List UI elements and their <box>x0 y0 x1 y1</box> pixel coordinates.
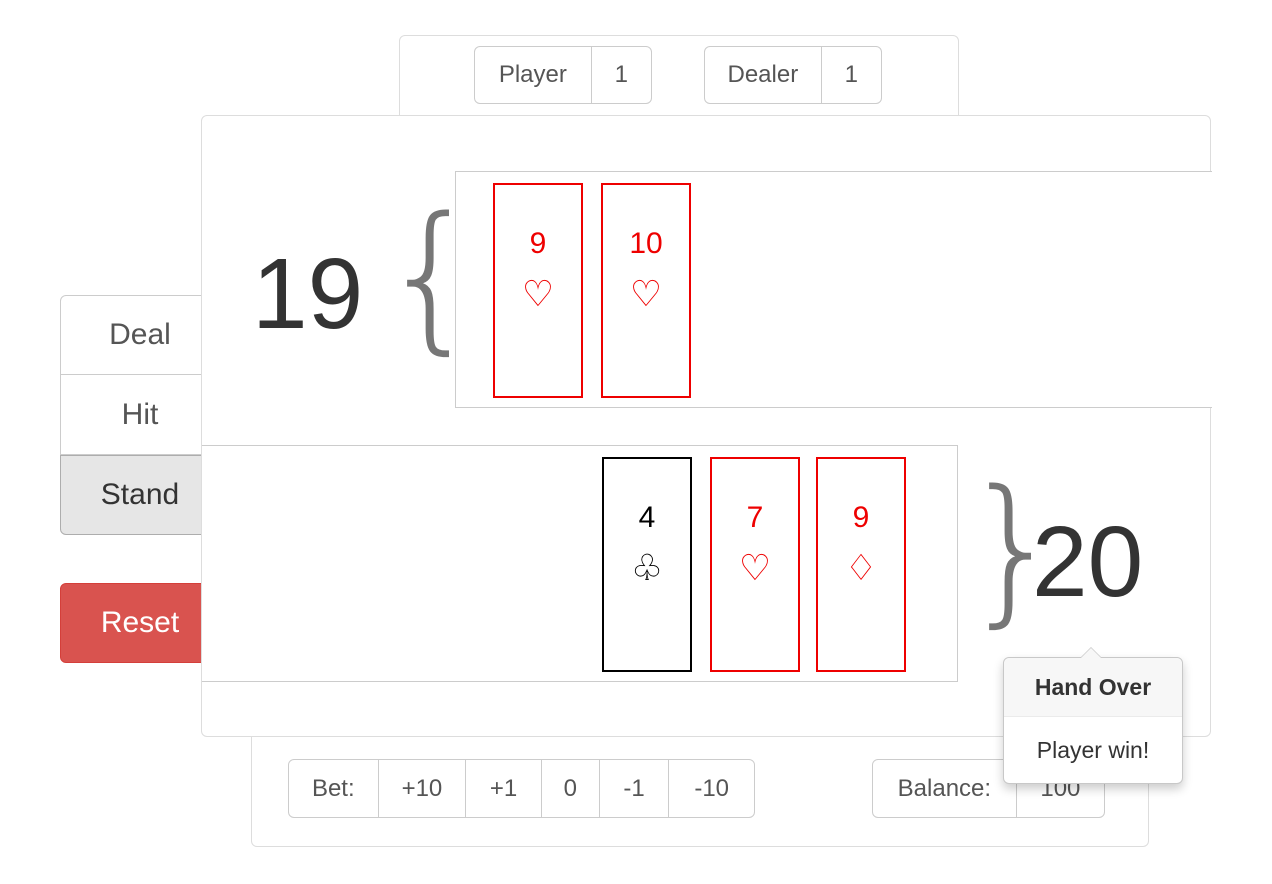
hand-over-popover: Hand Over Player win! <box>1003 647 1183 784</box>
popover-arrow <box>1080 647 1102 658</box>
heart-suit-icon: ♡ <box>629 273 663 314</box>
dealer-score-label: Dealer <box>705 47 822 103</box>
card-rank: 10 <box>629 227 663 260</box>
bet-controls: Bet: +10 +1 0 -1 -10 <box>288 759 755 818</box>
player-card: 4 ♧ <box>602 457 692 672</box>
diamond-suit-icon: ♢ <box>844 547 878 588</box>
player-card: 7 ♡ <box>710 457 800 672</box>
card-rank: 4 <box>638 501 656 534</box>
stand-button[interactable]: Stand <box>60 455 220 535</box>
card-rank: 9 <box>529 227 547 260</box>
heart-suit-icon: ♡ <box>521 273 555 314</box>
dealer-score-group: Dealer 1 <box>704 46 882 104</box>
bet-current-value: 0 <box>542 760 600 817</box>
card-rank: 7 <box>746 501 764 534</box>
dealer-hand: 9 ♡ 10 ♡ <box>455 171 1212 408</box>
bet-minus-ten-button[interactable]: -10 <box>669 760 754 817</box>
bet-minus-one-button[interactable]: -1 <box>600 760 670 817</box>
dealer-card: 9 ♡ <box>493 183 583 398</box>
player-total: 20 <box>1032 506 1144 618</box>
bet-plus-ten-button[interactable]: +10 <box>379 760 467 817</box>
deal-button[interactable]: Deal <box>60 295 220 375</box>
hit-button[interactable]: Hit <box>60 375 220 455</box>
dealer-score-value: 1 <box>844 61 859 88</box>
balance-label: Balance: <box>873 760 1017 817</box>
player-score-label: Player <box>475 47 592 103</box>
player-hand: 4 ♧ 7 ♡ 9 ♢ <box>202 445 958 682</box>
bet-label: Bet: <box>289 760 379 817</box>
popover-title: Hand Over <box>1004 658 1182 717</box>
dealer-card: 10 ♡ <box>601 183 691 398</box>
card-rank: 9 <box>852 501 870 534</box>
popover-message: Player win! <box>1036 736 1150 763</box>
heart-suit-icon: ♡ <box>738 547 772 588</box>
club-suit-icon: ♧ <box>630 547 664 588</box>
player-score-value: 1 <box>614 61 629 88</box>
player-card: 9 ♢ <box>816 457 906 672</box>
game-board: 19 { 9 ♡ 10 ♡ 4 ♧ 7 ♡ 9 ♢ } 20 <box>201 115 1212 737</box>
dealer-total: 19 <box>252 238 364 350</box>
bet-plus-one-button[interactable]: +1 <box>466 760 542 817</box>
player-score-group: Player 1 <box>474 46 652 104</box>
reset-button[interactable]: Reset <box>60 583 220 663</box>
